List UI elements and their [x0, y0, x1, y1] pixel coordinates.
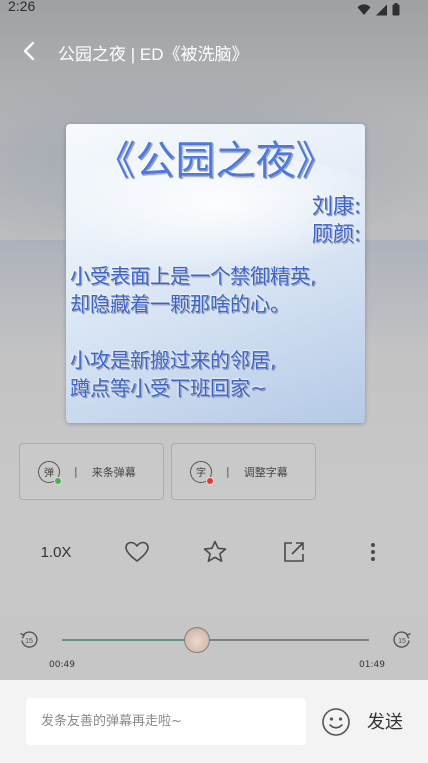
forward-seconds: 15	[398, 638, 406, 645]
rewind-seconds: 15	[25, 638, 33, 645]
rewind-15-icon[interactable]: 15	[19, 630, 39, 650]
share-icon	[284, 542, 304, 562]
cover-line-3: 小攻是新搬过来的邻居,	[70, 348, 277, 372]
cover-line-2: 却隐藏着一颗那啥的心。	[70, 292, 290, 316]
progress-fill	[62, 639, 198, 641]
subtitle-label: 调整字幕	[243, 465, 288, 479]
cover-title: 《公园之夜》	[95, 138, 336, 184]
status-time: 2:26	[8, 0, 36, 14]
send-button[interactable]: 发送	[367, 708, 403, 734]
cover-line-4: 蹲点等小受下班回家~	[70, 376, 267, 400]
top-bar: 公园之夜 | ED《被洗脑》	[0, 28, 428, 74]
share-button[interactable]	[279, 537, 309, 567]
cover-line-1: 小受表面上是一个禁御精英,	[70, 264, 317, 288]
comment-bar: 发送	[0, 680, 428, 763]
subtitle-icon: 字	[190, 460, 214, 485]
back-button[interactable]	[16, 38, 42, 64]
wifi-icon	[357, 1, 371, 20]
page-title: 公园之夜 | ED《被洗脑》	[58, 45, 249, 64]
cover-name-2: 顾颜:	[311, 222, 361, 246]
forward-15-icon[interactable]: 15	[392, 630, 412, 650]
subtitle-button[interactable]: 字 | 调整字幕	[171, 443, 316, 500]
battery-icon	[392, 1, 400, 20]
status-bar: 2:26	[0, 0, 428, 16]
progress-thumb-avatar[interactable]	[184, 627, 211, 653]
total-time: 01:49	[359, 660, 385, 670]
emoji-icon[interactable]	[321, 707, 351, 737]
danmaku-input[interactable]	[26, 698, 306, 745]
back-arrow-icon	[23, 41, 35, 61]
heart-icon	[125, 541, 149, 562]
control-row: 1.0X	[0, 535, 428, 569]
current-time: 00:49	[49, 660, 75, 670]
speed-button[interactable]: 1.0X	[34, 537, 78, 567]
star-icon	[203, 540, 227, 562]
like-button[interactable]	[122, 537, 152, 567]
favorite-button[interactable]	[200, 537, 230, 567]
cover-art: 《公园之夜》 刘康: 顾颜: 小受表面上是一个禁御精英, 却隐藏着一颗那啥的心。…	[66, 124, 365, 423]
danmaku-icon: 弹	[38, 460, 62, 485]
more-icon	[371, 543, 375, 561]
playback-bar: 15 15 00:49 01:49	[0, 625, 428, 675]
cover-name-1: 刘康:	[311, 194, 361, 218]
danmaku-label: 来条弹幕	[91, 465, 136, 479]
more-button[interactable]	[358, 537, 388, 567]
progress-track[interactable]	[62, 639, 369, 641]
signal-icon	[375, 1, 388, 20]
danmaku-button[interactable]: 弹 | 来条弹幕	[19, 443, 164, 500]
